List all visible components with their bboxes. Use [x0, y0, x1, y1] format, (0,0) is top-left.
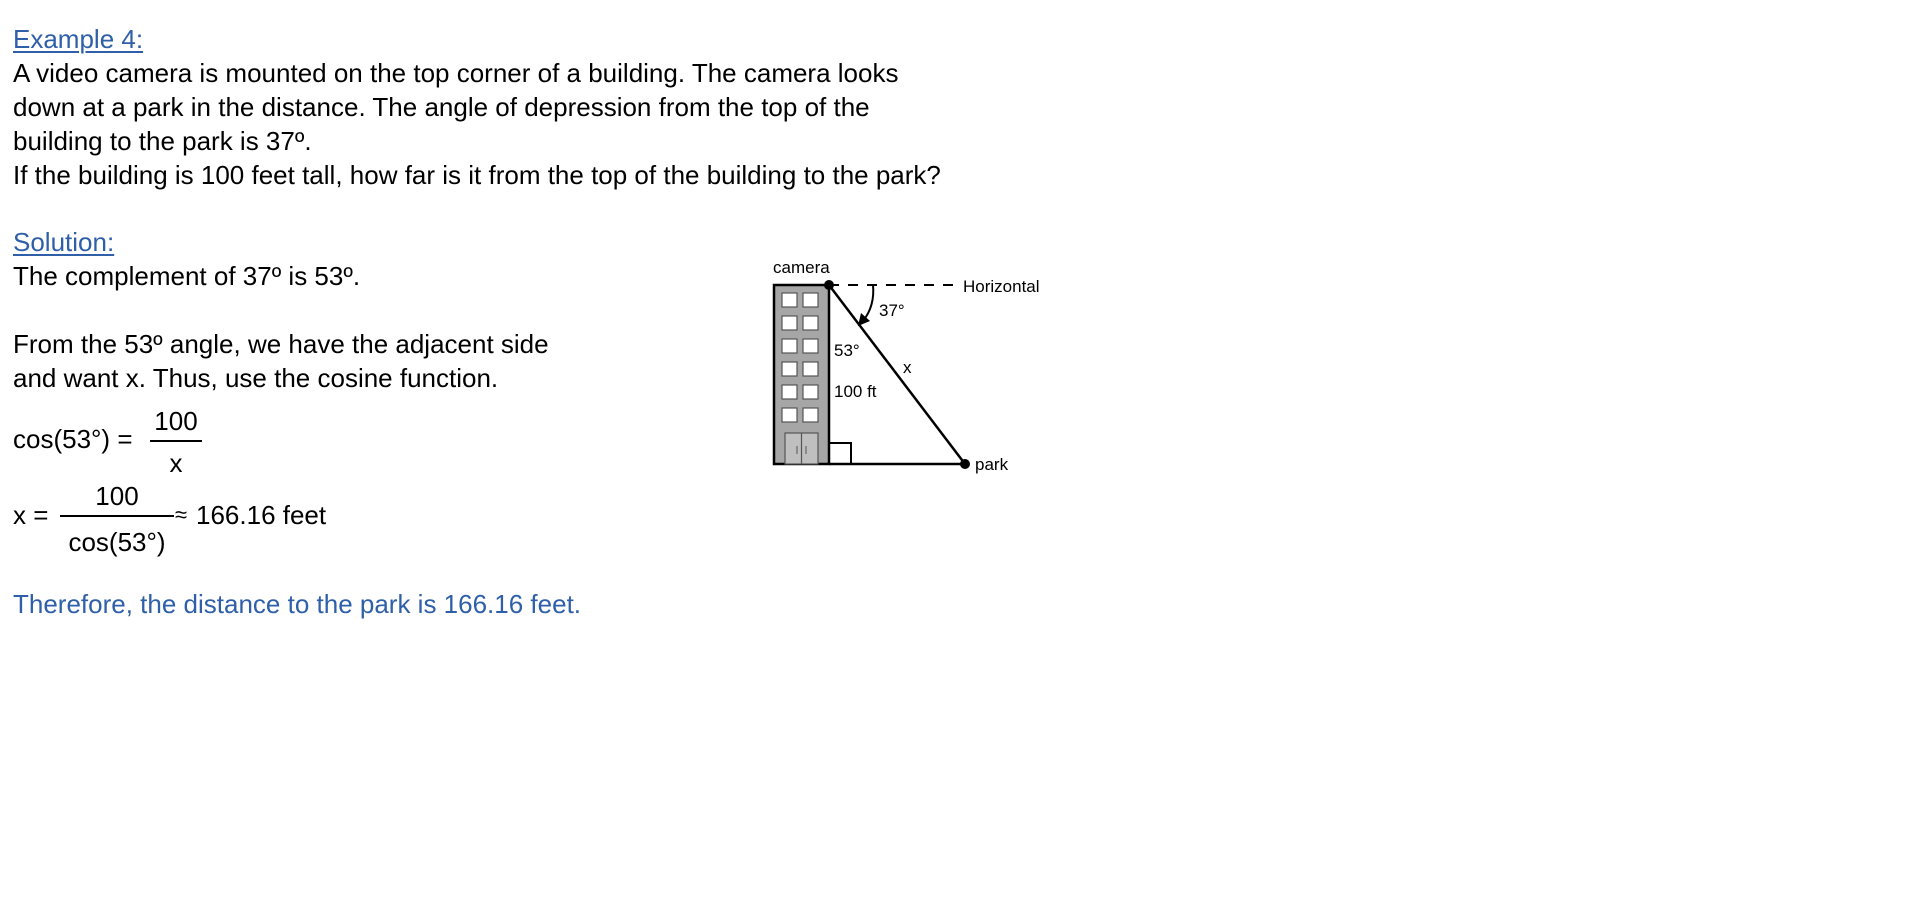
eq1-numerator: 100 — [154, 406, 198, 436]
problem-line-2: down at a park in the distance. The angl… — [13, 92, 870, 122]
horizontal-label: Horizontal — [963, 277, 1040, 296]
eq2-denominator: cos(53°) — [68, 527, 166, 557]
complement-line: The complement of 37º is 53º. — [13, 261, 361, 291]
problem-line-3: building to the park is 37º. — [13, 126, 312, 156]
depression-angle-arc — [862, 284, 875, 322]
right-angle-marker — [829, 442, 852, 464]
reason-line-2: and want x. Thus, use the cosine functio… — [13, 363, 499, 393]
eq2-numerator: 100 — [95, 481, 139, 511]
example-heading: Example 4: — [13, 24, 144, 54]
height-label: 100 ft — [834, 382, 877, 401]
building-triangle-diagram: camera Horizontal 37° 53° x 100 ft park — [772, 258, 1040, 474]
eq2-lhs: x = — [13, 500, 49, 530]
depression-angle-label: 37° — [879, 301, 905, 320]
eq2-fraction-bar — [60, 515, 174, 517]
eq1-lhs: cos(53°) = — [13, 424, 133, 454]
eq2-result: 166.16 feet — [196, 500, 327, 530]
camera-label: camera — [773, 258, 830, 277]
reason-line-1: From the 53º angle, we have the adjacent… — [13, 329, 549, 359]
conclusion: Therefore, the distance to the park is 1… — [13, 589, 582, 619]
problem-line-1: A video camera is mounted on the top cor… — [13, 58, 899, 88]
problem-question: If the building is 100 feet tall, how fa… — [13, 160, 941, 190]
eq1-fraction-bar — [150, 440, 202, 442]
hypotenuse-label: x — [903, 358, 912, 377]
solution-heading: Solution: — [13, 227, 115, 257]
building-door — [784, 432, 819, 465]
top-angle-label: 53° — [834, 341, 860, 360]
park-point — [960, 459, 970, 469]
approx-symbol: ≈ — [175, 502, 188, 527]
park-label: park — [975, 455, 1009, 474]
camera-point — [824, 280, 834, 290]
eq1-denominator: x — [169, 448, 183, 478]
